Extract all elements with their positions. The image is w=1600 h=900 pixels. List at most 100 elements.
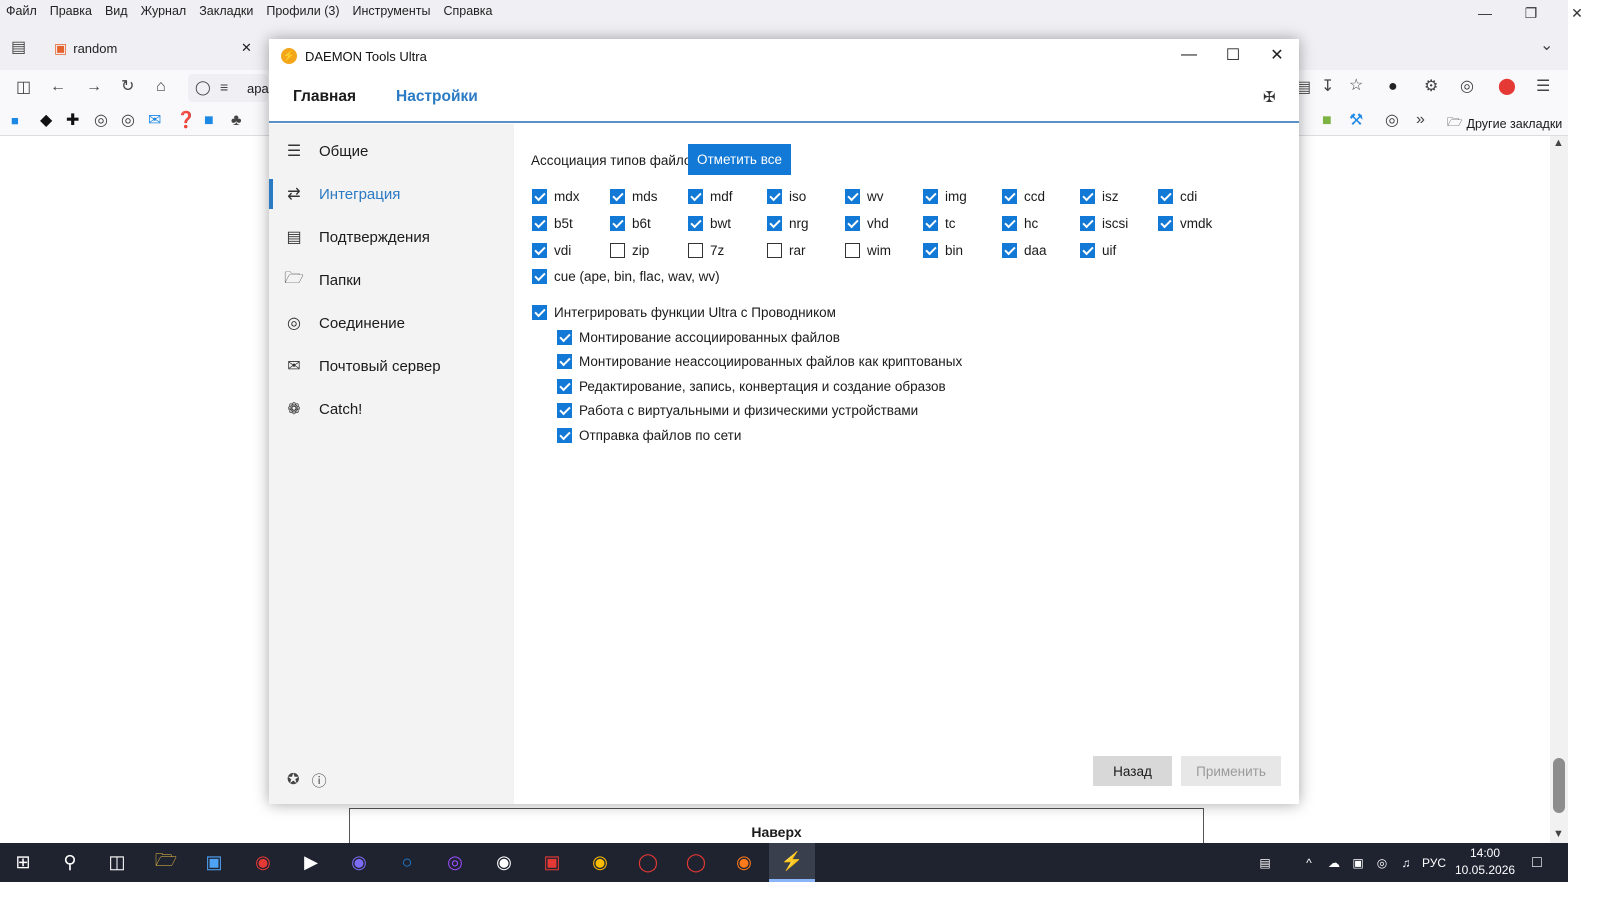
scroll-down-icon[interactable]: ▼: [1553, 829, 1564, 840]
filetype-checkbox-uif[interactable]: uif: [1080, 243, 1116, 258]
sidebar-item-general[interactable]: ☰ Общие: [269, 132, 514, 170]
yandex-icon[interactable]: ◉: [481, 843, 527, 882]
star-icon[interactable]: ☆: [1349, 78, 1363, 94]
sidebar-item-mail-server[interactable]: ✉ Почтовый сервер: [269, 347, 514, 385]
account-icon[interactable]: ●: [1388, 79, 1398, 95]
sidebar-toggle-icon[interactable]: ◫: [16, 80, 31, 96]
sidebar-item-folders[interactable]: 🗁 Папки: [269, 261, 514, 299]
search-icon[interactable]: ⚲: [47, 843, 93, 882]
mark-all-button[interactable]: Отметить все: [688, 144, 791, 175]
sidebar-item-connection[interactable]: ◎ Соединение: [269, 304, 514, 342]
store-icon[interactable]: ▣: [191, 843, 237, 882]
filetype-checkbox-b5t[interactable]: b5t: [532, 216, 573, 231]
filetype-checkbox-7z[interactable]: 7z: [688, 243, 724, 258]
opera-gx-icon[interactable]: ◯: [625, 843, 671, 882]
menu-tools[interactable]: Инструменты: [347, 4, 438, 18]
vivaldi-icon[interactable]: ▣: [529, 843, 575, 882]
sub-option-checkbox[interactable]: Работа с виртуальными и физическими устр…: [557, 403, 918, 418]
firefox-icon[interactable]: ◉: [721, 843, 767, 882]
app-red-icon[interactable]: ◉: [240, 843, 286, 882]
explorer-icon[interactable]: 🗁: [143, 843, 189, 882]
notifications-icon[interactable]: □: [1514, 843, 1560, 882]
start-windows-icon[interactable]: ⊞: [0, 843, 46, 882]
page-scrollbar[interactable]: [1550, 136, 1568, 843]
globe-ext-icon[interactable]: ◎: [1460, 79, 1474, 95]
sub-option-checkbox[interactable]: Монтирование ассоциированных файлов: [557, 330, 840, 345]
extensions-icon[interactable]: ⚙: [1424, 79, 1438, 95]
bookmark-green-icon[interactable]: ■: [1322, 113, 1332, 129]
tab-overflow-chevron-icon[interactable]: ⌄: [1540, 38, 1553, 54]
home-icon[interactable]: ⌂: [156, 79, 166, 95]
forward-arrow-icon[interactable]: →: [86, 79, 102, 95]
reload-icon[interactable]: ↻: [121, 79, 134, 95]
menu-history[interactable]: Журнал: [135, 4, 194, 18]
sidebar-item-confirmations[interactable]: ▤ Подтверждения: [269, 218, 514, 256]
plugin-icon[interactable]: ✠: [1263, 88, 1276, 106]
media-player-icon[interactable]: ▶: [288, 843, 334, 882]
bookmark-plus-icon[interactable]: ✚: [66, 113, 79, 129]
download-icon[interactable]: ↧: [1321, 79, 1334, 95]
opera-icon[interactable]: ◯: [673, 843, 719, 882]
cue-checkbox[interactable]: cue (ape, bin, flac, wav, wv): [532, 269, 720, 284]
device-icon[interactable]: ▣: [1346, 856, 1370, 870]
tab-close-icon[interactable]: ✕: [241, 40, 252, 56]
network-icon[interactable]: ◎: [1370, 856, 1394, 870]
filetype-checkbox-zip[interactable]: zip: [610, 243, 649, 258]
filetype-checkbox-vdi[interactable]: vdi: [532, 243, 571, 258]
filetype-checkbox-mdf[interactable]: mdf: [688, 189, 733, 204]
filetype-checkbox-nrg[interactable]: nrg: [767, 216, 809, 231]
menu-view[interactable]: Вид: [99, 4, 135, 18]
app-purple-icon[interactable]: ◉: [336, 843, 382, 882]
filetype-checkbox-iso[interactable]: iso: [767, 189, 806, 204]
maximize-icon[interactable]: ☐: [1211, 39, 1255, 71]
page-scrollbar-thumb[interactable]: [1553, 758, 1565, 813]
menu-file[interactable]: Файл: [0, 4, 44, 18]
filetype-checkbox-rar[interactable]: rar: [767, 243, 806, 258]
language-indicator[interactable]: РУС: [1418, 856, 1450, 870]
filetype-checkbox-ccd[interactable]: ccd: [1002, 189, 1045, 204]
menu-help[interactable]: Справка: [437, 4, 499, 18]
filetype-checkbox-mds[interactable]: mds: [610, 189, 658, 204]
filetype-checkbox-img[interactable]: img: [923, 189, 967, 204]
scroll-up-icon[interactable]: ▲: [1553, 138, 1564, 149]
filetype-checkbox-hc[interactable]: hc: [1002, 216, 1038, 231]
sub-option-checkbox[interactable]: Отправка файлов по сети: [557, 428, 741, 443]
bookmark-globe3-icon[interactable]: ◎: [1385, 113, 1399, 129]
other-bookmarks[interactable]: 🗁 Другие закладки: [1447, 113, 1562, 134]
volume-icon[interactable]: ♫: [1394, 856, 1418, 870]
chrome-icon[interactable]: ◉: [577, 843, 623, 882]
daemon-tools-taskbar-icon[interactable]: ⚡: [769, 843, 815, 882]
close-icon[interactable]: ✕: [1255, 39, 1299, 71]
bookmark-globe-icon[interactable]: ◎: [94, 113, 108, 129]
sidebar-item-catch[interactable]: ❁ Catch!: [269, 390, 514, 428]
menu-profiles[interactable]: Профили (3): [260, 4, 346, 18]
filetype-checkbox-isz[interactable]: isz: [1080, 189, 1119, 204]
task-view-icon[interactable]: ◫: [94, 843, 140, 882]
bookmark-mail-icon[interactable]: ✉: [148, 113, 161, 129]
tab-settings[interactable]: Настройки: [396, 88, 478, 106]
filetype-checkbox-daa[interactable]: daa: [1002, 243, 1047, 258]
filetype-checkbox-iscsi[interactable]: iscsi: [1080, 216, 1128, 231]
filetype-checkbox-bin[interactable]: bin: [923, 243, 963, 258]
bookmark-globe2-icon[interactable]: ◎: [121, 113, 135, 129]
menu-edit[interactable]: Правка: [44, 4, 99, 18]
sidebar-item-integration[interactable]: ⇄ Интеграция: [269, 175, 514, 213]
minimize-icon[interactable]: —: [1167, 39, 1211, 71]
filetype-checkbox-b6t[interactable]: b6t: [610, 216, 651, 231]
url-bar[interactable]: ◯ ≡ apa: [188, 74, 269, 102]
browser-tab[interactable]: ▣ random ✕: [44, 30, 264, 66]
bookmark-overflow-icon[interactable]: »: [1416, 112, 1425, 128]
back-button[interactable]: Назад: [1093, 756, 1172, 786]
tor-icon[interactable]: ◎: [432, 843, 478, 882]
app-c-icon[interactable]: ○: [384, 843, 430, 882]
tab-list-icon[interactable]: ▤: [11, 40, 26, 56]
app-menu-icon[interactable]: ☰: [1536, 79, 1550, 95]
menu-bookmarks[interactable]: Закладки: [193, 4, 260, 18]
filetype-checkbox-vmdk[interactable]: vmdk: [1158, 216, 1212, 231]
bookmark-tools-icon[interactable]: ⚒: [1349, 113, 1363, 129]
filetype-checkbox-bwt[interactable]: bwt: [688, 216, 731, 231]
award-icon[interactable]: ✪: [287, 770, 300, 791]
filetype-checkbox-cdi[interactable]: cdi: [1158, 189, 1197, 204]
adblock-icon[interactable]: ⬤: [1498, 79, 1516, 95]
filetype-checkbox-wv[interactable]: wv: [845, 189, 884, 204]
